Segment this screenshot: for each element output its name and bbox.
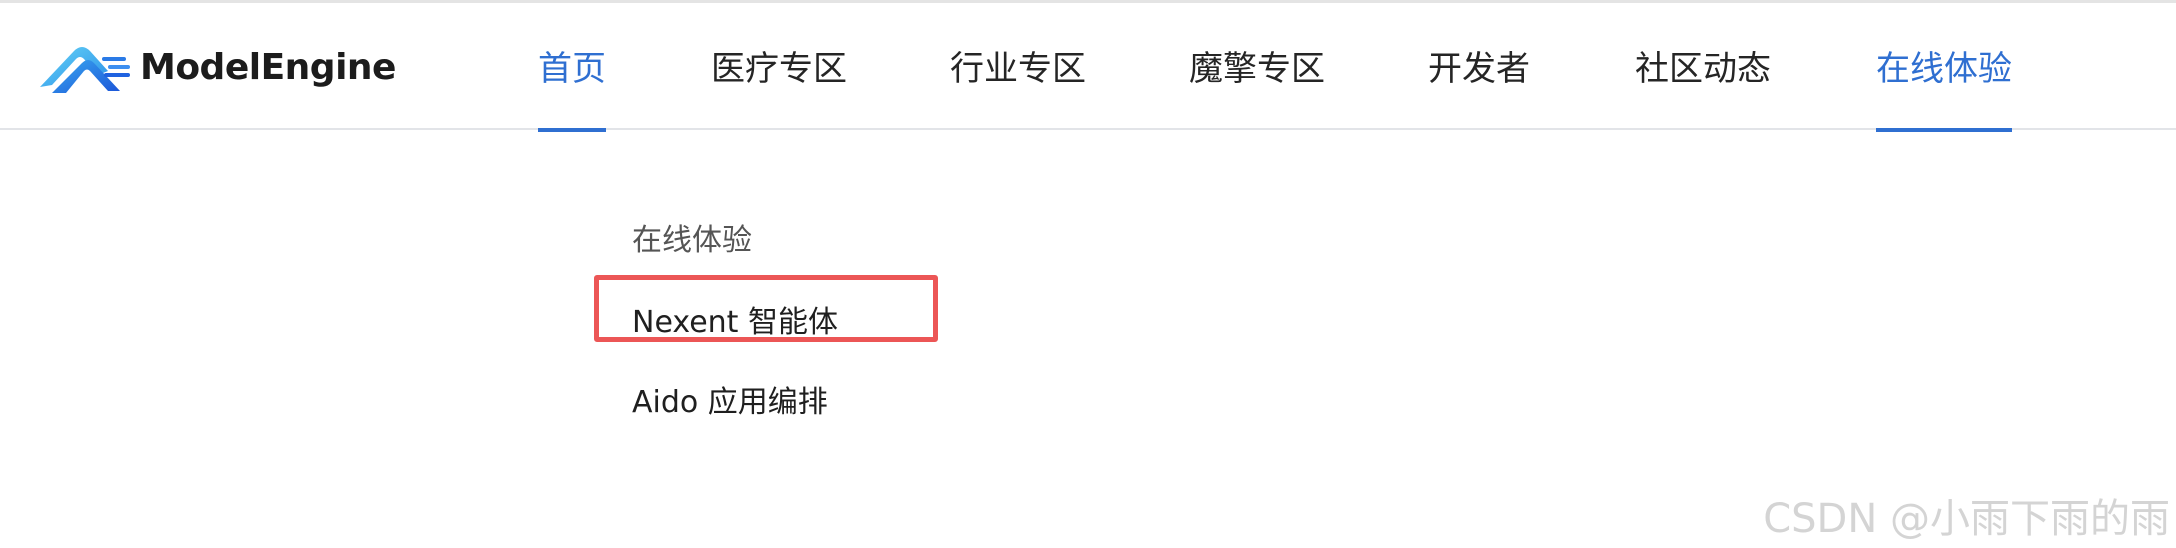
nav-home[interactable]: 首页 (538, 3, 606, 132)
modelengine-logo-icon (40, 47, 130, 93)
csdn-watermark: CSDN @小雨下雨的雨 (1763, 496, 2170, 542)
nav-medical[interactable]: 医疗专区 (711, 3, 847, 130)
brand-name: ModelEngine (140, 46, 396, 88)
dropdown-title: 在线体验 (632, 223, 752, 258)
brand-logo[interactable]: ModelEngine (38, 37, 396, 97)
nav-developer[interactable]: 开发者 (1428, 3, 1530, 130)
nav-moqing[interactable]: 魔擎专区 (1189, 3, 1325, 130)
nav-community[interactable]: 社区动态 (1635, 3, 1771, 130)
dropdown-item-aido[interactable]: Aido 应用编排 (632, 377, 828, 421)
site-header: ModelEngine 首页 医疗专区 行业专区 魔擎专区 开发者 社区动态 在… (0, 3, 2176, 132)
nav-industry[interactable]: 行业专区 (950, 3, 1086, 130)
dropdown-item-nexent[interactable]: Nexent 智能体 (632, 297, 838, 341)
nav-online-experience[interactable]: 在线体验 (1876, 3, 2012, 132)
